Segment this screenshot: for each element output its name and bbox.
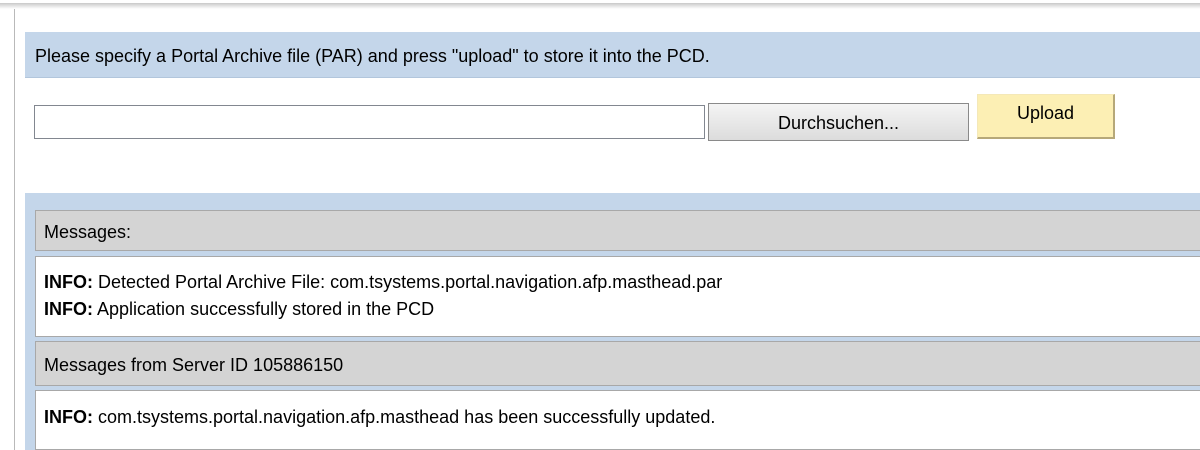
message-level: INFO:: [44, 407, 93, 427]
browse-button[interactable]: Durchsuchen...: [708, 103, 969, 141]
frame-left-border: [14, 9, 15, 450]
server-message-line: INFO: com.tsystems.portal.navigation.afp…: [44, 406, 715, 428]
message-text: Application successfully stored in the P…: [93, 299, 435, 319]
messages-header: Messages:: [35, 210, 1200, 251]
message-level: INFO:: [44, 299, 93, 319]
messages-list: INFO: Detected Portal Archive File: com.…: [35, 256, 1200, 337]
message-text: Detected Portal Archive File: com.tsyste…: [93, 272, 723, 292]
par-upload-page: Please specify a Portal Archive file (PA…: [0, 0, 1200, 450]
message-line: INFO: Detected Portal Archive File: com.…: [44, 271, 722, 293]
instruction-bar: Please specify a Portal Archive file (PA…: [25, 32, 1200, 78]
message-level: INFO:: [44, 272, 93, 292]
file-path-input[interactable]: [34, 105, 705, 139]
upload-button-label: Upload: [1016, 102, 1075, 123]
messages-header-label: Messages:: [44, 222, 132, 242]
messages-panel: Messages: INFO: Detected Portal Archive …: [25, 193, 1200, 450]
server-messages-header: Messages from Server ID 105886150: [35, 341, 1200, 386]
server-messages-header-label: Messages from Server ID 105886150: [44, 355, 344, 375]
server-messages-list: INFO: com.tsystems.portal.navigation.afp…: [35, 390, 1200, 450]
instruction-text: Please specify a Portal Archive file (PA…: [35, 46, 710, 66]
message-line: INFO: Application successfully stored in…: [44, 298, 434, 320]
message-text: com.tsystems.portal.navigation.afp.masth…: [93, 407, 716, 427]
upload-button[interactable]: Upload: [977, 94, 1115, 139]
browse-button-label: Durchsuchen...: [777, 112, 900, 133]
top-separator: [0, 0, 1200, 9]
